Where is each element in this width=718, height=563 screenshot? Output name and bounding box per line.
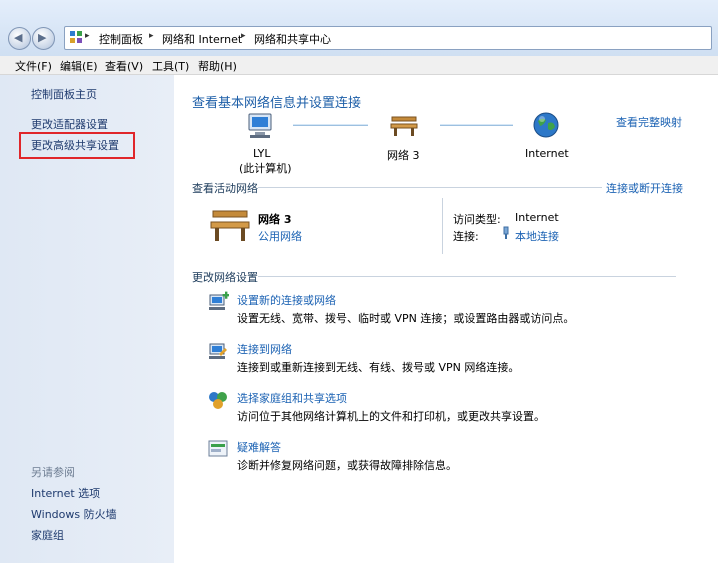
internet-globe-icon[interactable] — [532, 111, 560, 139]
connect-or-disconnect-link[interactable]: 连接或断开连接 — [606, 180, 683, 196]
forward-button[interactable]: ▶ — [32, 27, 55, 50]
access-type-label: 访问类型: — [453, 213, 501, 226]
active-networks-header: 查看活动网络 — [192, 182, 258, 195]
change-settings-header: 更改网络设置 — [192, 271, 258, 284]
new-connection-icon — [207, 291, 230, 313]
divider — [258, 276, 676, 277]
back-arrow-icon: ◀ — [14, 31, 23, 44]
task-homegroup-link[interactable]: 选择家庭组和共享选项 — [237, 390, 347, 406]
connect-network-icon — [207, 340, 229, 362]
sidebar-item-internet-options[interactable]: Internet 选项 — [31, 485, 100, 501]
task-connect-network-link[interactable]: 连接到网络 — [237, 341, 292, 357]
breadcrumb-network-sharing-center[interactable]: 网络和共享中心 — [254, 31, 331, 47]
task-setup-connection-desc: 设置无线、宽带、拨号、临时或 VPN 连接；或设置路由器或访问点。 — [237, 312, 575, 325]
chevron-right-icon[interactable]: ▸ — [85, 31, 90, 41]
bench-network-large-icon[interactable] — [208, 207, 252, 243]
sidebar-item-change-adapter-settings[interactable]: 更改适配器设置 — [31, 116, 108, 132]
menu-edit[interactable]: 编辑(E) — [60, 58, 98, 74]
vertical-divider — [442, 198, 443, 254]
back-button[interactable]: ◀ — [8, 27, 31, 50]
breadcrumb-control-panel[interactable]: 控制面板 — [99, 31, 143, 47]
troubleshoot-icon — [207, 438, 229, 460]
task-troubleshoot-link[interactable]: 疑难解答 — [237, 439, 281, 455]
divider — [258, 187, 602, 188]
menu-file[interactable]: 文件(F) — [15, 58, 52, 74]
access-type-value: Internet — [515, 211, 559, 224]
breadcrumb-network-internet[interactable]: 网络和 Internet — [162, 31, 242, 47]
map-internet-label: Internet — [525, 147, 569, 160]
task-setup-connection-link[interactable]: 设置新的连接或网络 — [237, 292, 336, 308]
sidebar-item-control-panel-home[interactable]: 控制面板主页 — [31, 86, 97, 102]
address-box[interactable]: ▸ 控制面板 ▸ 网络和 Internet ▸ 网络和共享中心 — [64, 26, 712, 50]
task-connect-network-desc: 连接到或重新连接到无线、有线、拨号或 VPN 网络连接。 — [237, 361, 520, 374]
page-title: 查看基本网络信息并设置连接 — [192, 96, 362, 111]
chevron-right-icon[interactable]: ▸ — [149, 31, 154, 41]
red-highlight-box — [19, 132, 135, 159]
control-panel-icon — [69, 30, 83, 44]
sidebar-item-homegroup[interactable]: 家庭组 — [31, 527, 64, 543]
forward-arrow-icon: ▶ — [38, 31, 47, 44]
map-network-name: 网络 3 — [387, 149, 420, 162]
menu-tools[interactable]: 工具(T) — [152, 58, 189, 74]
map-connector-line — [293, 124, 368, 126]
menu-bar: 文件(F) 编辑(E) 查看(V) 工具(T) 帮助(H) — [0, 56, 718, 75]
task-homegroup-desc: 访问位于其他网络计算机上的文件和打印机，或更改共享设置。 — [237, 410, 545, 423]
see-also-heading: 另请参阅 — [31, 466, 75, 479]
task-troubleshoot-desc: 诊断并修复网络问题，或获得故障排除信息。 — [237, 459, 457, 472]
local-connection-link[interactable]: 本地连接 — [515, 228, 559, 244]
computer-icon[interactable] — [245, 112, 277, 140]
view-full-map-link[interactable]: 查看完整映射 — [616, 114, 682, 130]
active-network-name: 网络 3 — [258, 213, 292, 226]
ethernet-icon — [501, 226, 511, 240]
sidebar-item-windows-firewall[interactable]: Windows 防火墙 — [31, 506, 117, 522]
network-type-link[interactable]: 公用网络 — [258, 228, 302, 244]
address-bar-region: ◀ ▶ ▸ 控制面板 ▸ 网络和 Internet ▸ 网络和共享中心 — [0, 0, 718, 57]
homegroup-icon — [207, 389, 229, 411]
computer-name: LYL — [253, 147, 271, 160]
computer-subtitle: (此计算机) — [239, 162, 292, 175]
bench-network-icon[interactable] — [389, 114, 419, 138]
map-connector-line — [440, 124, 513, 126]
menu-view[interactable]: 查看(V) — [105, 58, 143, 74]
chevron-right-icon[interactable]: ▸ — [241, 31, 246, 41]
connections-label: 连接: — [453, 230, 479, 243]
menu-help[interactable]: 帮助(H) — [198, 58, 237, 74]
